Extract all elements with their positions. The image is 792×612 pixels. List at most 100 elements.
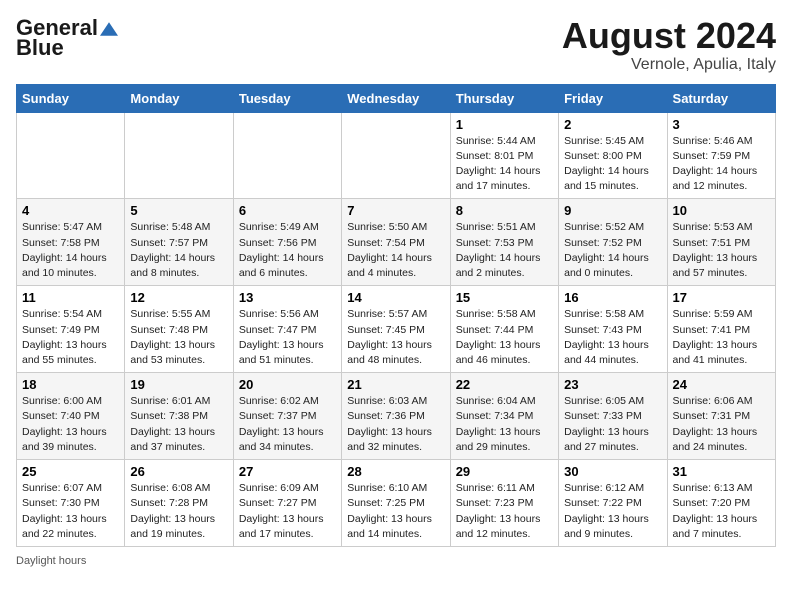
day-number: 26 bbox=[130, 464, 227, 479]
day-cell: 12Sunrise: 5:55 AM Sunset: 7:48 PM Dayli… bbox=[125, 286, 233, 373]
daylight-hours-label: Daylight hours bbox=[16, 555, 86, 567]
day-info: Sunrise: 5:55 AM Sunset: 7:48 PM Dayligh… bbox=[130, 307, 227, 368]
day-number: 10 bbox=[673, 203, 770, 218]
day-cell: 15 Sunrise: 5:58 AM Sunset: 7:44 PM Dayli… bbox=[450, 286, 558, 373]
day-number: 7 bbox=[347, 203, 444, 218]
day-cell: 29 Sunrise: 6:11 AM Sunset: 7:23 PM Dayli… bbox=[450, 460, 558, 547]
week-row-5: 25 Sunrise: 6:07 AM Sunset: 7:30 PM Dayli… bbox=[17, 460, 776, 547]
day-info: Sunrise: 6:05 AM Sunset: 7:33 PM Dayligh… bbox=[564, 394, 661, 455]
header-row: SundayMondayTuesdayWednesdayThursdayFrid… bbox=[17, 84, 776, 112]
day-number: 27 bbox=[239, 464, 336, 479]
day-number: 20 bbox=[239, 377, 336, 392]
day-info: Sunrise: 6:06 AM Sunset: 7:31 PM Dayligh… bbox=[673, 394, 770, 455]
header-day-thursday: Thursday bbox=[450, 84, 558, 112]
header-day-friday: Friday bbox=[559, 84, 667, 112]
day-info: Sunrise: 5:44 AM Sunset: 8:01 PM Dayligh… bbox=[456, 134, 553, 195]
day-info: Sunrise: 5:54 AM Sunset: 7:49 PM Dayligh… bbox=[22, 307, 119, 368]
week-row-2: 4Sunrise: 5:47 AM Sunset: 7:58 PM Daylig… bbox=[17, 199, 776, 286]
day-info: Sunrise: 6:07 AM Sunset: 7:30 PM Dayligh… bbox=[22, 481, 119, 542]
day-number: 19 bbox=[130, 377, 227, 392]
day-cell: 8Sunrise: 5:51 AM Sunset: 7:53 PM Daylig… bbox=[450, 199, 558, 286]
day-cell: 18 Sunrise: 6:00 AM Sunset: 7:40 PM Dayli… bbox=[17, 373, 125, 460]
day-number: 18 bbox=[22, 377, 119, 392]
day-cell bbox=[17, 112, 125, 199]
day-number: 8 bbox=[456, 203, 553, 218]
day-number: 25 bbox=[22, 464, 119, 479]
day-number: 16 bbox=[564, 290, 661, 305]
day-info: Sunrise: 6:02 AM Sunset: 7:37 PM Dayligh… bbox=[239, 394, 336, 455]
day-info: Sunrise: 6:01 AM Sunset: 7:38 PM Dayligh… bbox=[130, 394, 227, 455]
logo-blue: Blue bbox=[16, 36, 64, 60]
day-cell bbox=[342, 112, 450, 199]
calendar-header: SundayMondayTuesdayWednesdayThursdayFrid… bbox=[17, 84, 776, 112]
header-day-sunday: Sunday bbox=[17, 84, 125, 112]
day-cell: 4Sunrise: 5:47 AM Sunset: 7:58 PM Daylig… bbox=[17, 199, 125, 286]
day-info: Sunrise: 6:13 AM Sunset: 7:20 PM Dayligh… bbox=[673, 481, 770, 542]
day-cell: 21Sunrise: 6:03 AM Sunset: 7:36 PM Dayli… bbox=[342, 373, 450, 460]
day-number: 30 bbox=[564, 464, 661, 479]
day-cell bbox=[233, 112, 341, 199]
calendar-body: 1 Sunrise: 5:44 AM Sunset: 8:01 PM Daylig… bbox=[17, 112, 776, 546]
day-info: Sunrise: 5:58 AM Sunset: 7:44 PM Dayligh… bbox=[456, 307, 553, 368]
day-info: Sunrise: 5:58 AM Sunset: 7:43 PM Dayligh… bbox=[564, 307, 661, 368]
day-number: 15 bbox=[456, 290, 553, 305]
month-title: August 2024 bbox=[562, 16, 776, 56]
day-info: Sunrise: 5:56 AM Sunset: 7:47 PM Dayligh… bbox=[239, 307, 336, 368]
day-number: 29 bbox=[456, 464, 553, 479]
day-number: 13 bbox=[239, 290, 336, 305]
day-cell: 3 Sunrise: 5:46 AM Sunset: 7:59 PM Daylig… bbox=[667, 112, 775, 199]
day-number: 3 bbox=[673, 117, 770, 132]
day-cell: 30 Sunrise: 6:12 AM Sunset: 7:22 PM Dayli… bbox=[559, 460, 667, 547]
day-cell: 25 Sunrise: 6:07 AM Sunset: 7:30 PM Dayli… bbox=[17, 460, 125, 547]
day-cell: 9Sunrise: 5:52 AM Sunset: 7:52 PM Daylig… bbox=[559, 199, 667, 286]
day-cell: 7 Sunrise: 5:50 AM Sunset: 7:54 PM Daylig… bbox=[342, 199, 450, 286]
day-number: 9 bbox=[564, 203, 661, 218]
day-info: Sunrise: 6:09 AM Sunset: 7:27 PM Dayligh… bbox=[239, 481, 336, 542]
day-info: Sunrise: 5:50 AM Sunset: 7:54 PM Dayligh… bbox=[347, 220, 444, 281]
day-cell: 6Sunrise: 5:49 AM Sunset: 7:56 PM Daylig… bbox=[233, 199, 341, 286]
day-number: 4 bbox=[22, 203, 119, 218]
calendar-table: SundayMondayTuesdayWednesdayThursdayFrid… bbox=[16, 84, 776, 547]
day-info: Sunrise: 6:08 AM Sunset: 7:28 PM Dayligh… bbox=[130, 481, 227, 542]
day-number: 23 bbox=[564, 377, 661, 392]
calendar-footer: Daylight hours bbox=[16, 555, 776, 567]
day-cell: 22Sunrise: 6:04 AM Sunset: 7:34 PM Dayli… bbox=[450, 373, 558, 460]
week-row-4: 18 Sunrise: 6:00 AM Sunset: 7:40 PM Dayli… bbox=[17, 373, 776, 460]
day-number: 21 bbox=[347, 377, 444, 392]
day-cell: 1 Sunrise: 5:44 AM Sunset: 8:01 PM Daylig… bbox=[450, 112, 558, 199]
day-number: 14 bbox=[347, 290, 444, 305]
day-info: Sunrise: 6:10 AM Sunset: 7:25 PM Dayligh… bbox=[347, 481, 444, 542]
page-header: General Blue August 2024 Vernole, Apulia… bbox=[16, 16, 776, 74]
day-cell: 28 Sunrise: 6:10 AM Sunset: 7:25 PM Dayli… bbox=[342, 460, 450, 547]
week-row-3: 11Sunrise: 5:54 AM Sunset: 7:49 PM Dayli… bbox=[17, 286, 776, 373]
day-number: 1 bbox=[456, 117, 553, 132]
day-info: Sunrise: 6:11 AM Sunset: 7:23 PM Dayligh… bbox=[456, 481, 553, 542]
day-cell: 10Sunrise: 5:53 AM Sunset: 7:51 PM Dayli… bbox=[667, 199, 775, 286]
day-number: 5 bbox=[130, 203, 227, 218]
day-cell: 26 Sunrise: 6:08 AM Sunset: 7:28 PM Dayli… bbox=[125, 460, 233, 547]
day-cell: 16 Sunrise: 5:58 AM Sunset: 7:43 PM Dayli… bbox=[559, 286, 667, 373]
day-cell: 2Sunrise: 5:45 AM Sunset: 8:00 PM Daylig… bbox=[559, 112, 667, 199]
day-cell: 27 Sunrise: 6:09 AM Sunset: 7:27 PM Dayli… bbox=[233, 460, 341, 547]
day-cell: 19 Sunrise: 6:01 AM Sunset: 7:38 PM Dayli… bbox=[125, 373, 233, 460]
day-number: 2 bbox=[564, 117, 661, 132]
day-cell: 31 Sunrise: 6:13 AM Sunset: 7:20 PM Dayli… bbox=[667, 460, 775, 547]
day-cell: 24Sunrise: 6:06 AM Sunset: 7:31 PM Dayli… bbox=[667, 373, 775, 460]
day-cell: 11Sunrise: 5:54 AM Sunset: 7:49 PM Dayli… bbox=[17, 286, 125, 373]
day-info: Sunrise: 5:46 AM Sunset: 7:59 PM Dayligh… bbox=[673, 134, 770, 195]
title-block: August 2024 Vernole, Apulia, Italy bbox=[562, 16, 776, 74]
header-day-tuesday: Tuesday bbox=[233, 84, 341, 112]
day-cell: 14Sunrise: 5:57 AM Sunset: 7:45 PM Dayli… bbox=[342, 286, 450, 373]
day-number: 17 bbox=[673, 290, 770, 305]
day-cell: 23 Sunrise: 6:05 AM Sunset: 7:33 PM Dayli… bbox=[559, 373, 667, 460]
header-day-wednesday: Wednesday bbox=[342, 84, 450, 112]
day-cell: 20 Sunrise: 6:02 AM Sunset: 7:37 PM Dayli… bbox=[233, 373, 341, 460]
day-number: 28 bbox=[347, 464, 444, 479]
week-row-1: 1 Sunrise: 5:44 AM Sunset: 8:01 PM Daylig… bbox=[17, 112, 776, 199]
logo: General Blue bbox=[16, 16, 118, 60]
day-info: Sunrise: 6:00 AM Sunset: 7:40 PM Dayligh… bbox=[22, 394, 119, 455]
header-day-monday: Monday bbox=[125, 84, 233, 112]
day-info: Sunrise: 5:49 AM Sunset: 7:56 PM Dayligh… bbox=[239, 220, 336, 281]
day-number: 31 bbox=[673, 464, 770, 479]
day-info: Sunrise: 6:12 AM Sunset: 7:22 PM Dayligh… bbox=[564, 481, 661, 542]
